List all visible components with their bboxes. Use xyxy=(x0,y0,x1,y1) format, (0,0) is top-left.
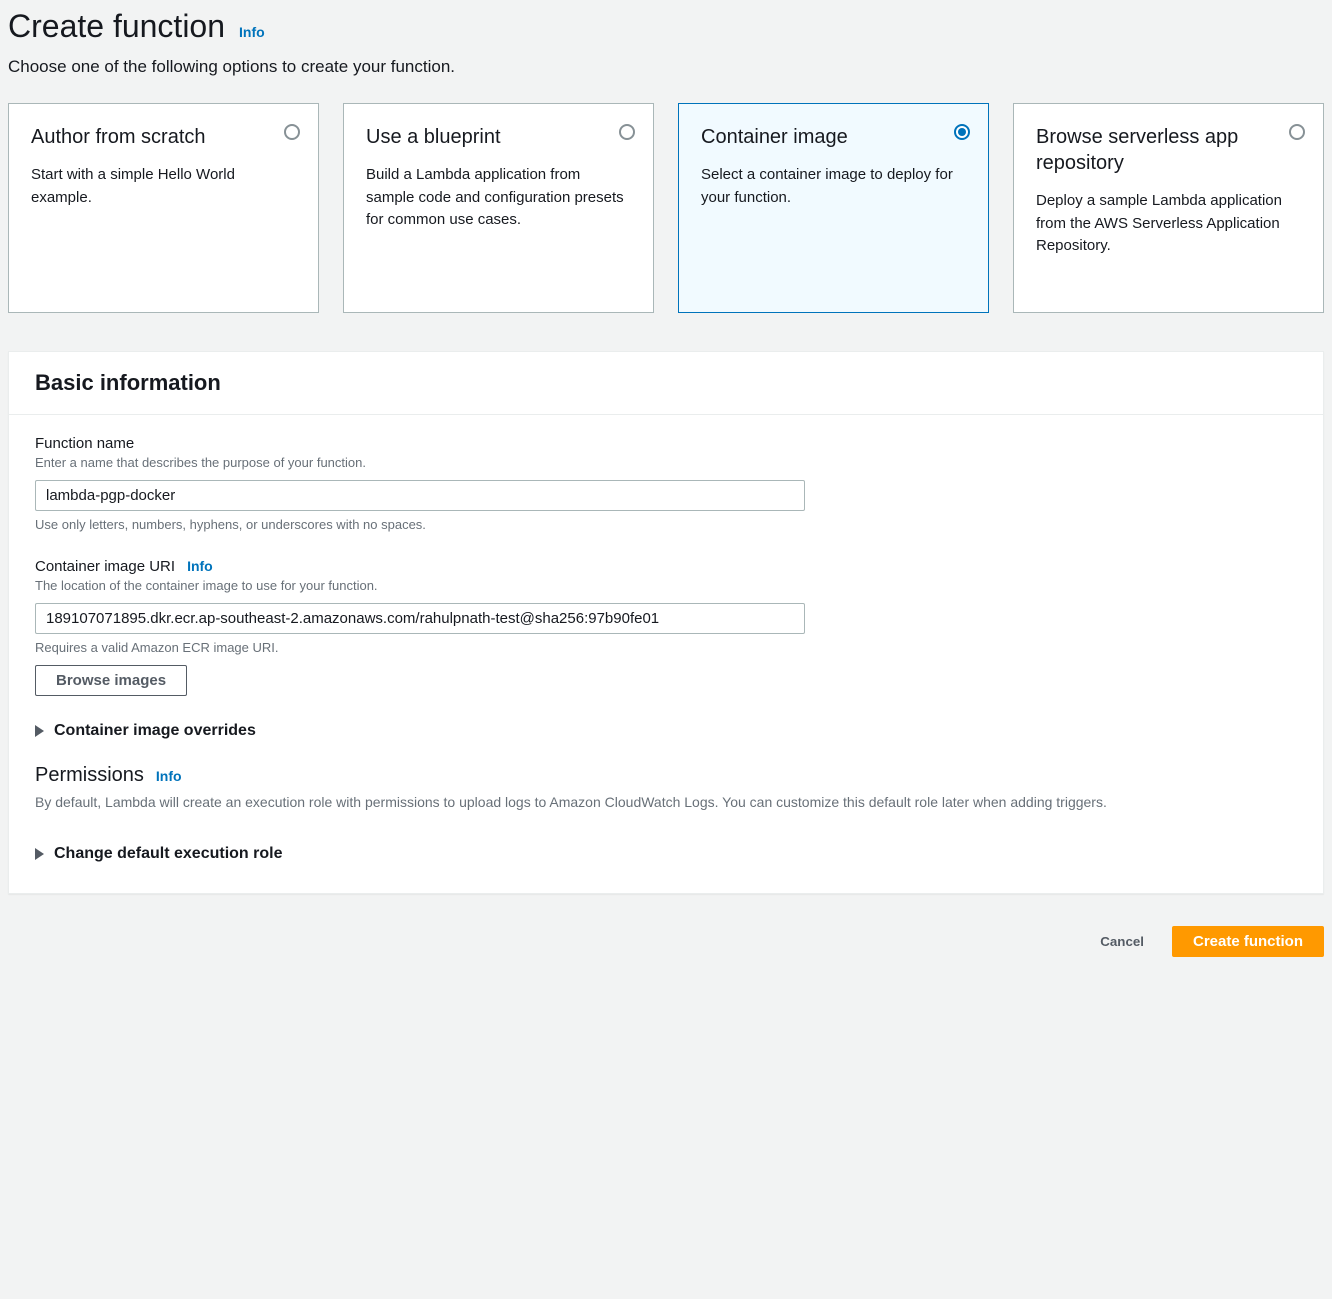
option-desc: Build a Lambda application from sample c… xyxy=(366,164,631,232)
option-browse-serverless[interactable]: Browse serverless app repository Deploy … xyxy=(1013,103,1324,313)
option-title: Author from scratch xyxy=(31,124,272,150)
cancel-button[interactable]: Cancel xyxy=(1082,926,1162,957)
option-container-image[interactable]: Container image Select a container image… xyxy=(678,103,989,313)
page-title: Create function xyxy=(8,8,225,45)
permissions-title: Permissions xyxy=(35,764,144,787)
option-desc: Select a container image to deploy for y… xyxy=(701,164,966,209)
page-subtitle: Choose one of the following options to c… xyxy=(8,57,1324,77)
option-desc: Start with a simple Hello World example. xyxy=(31,164,296,209)
container-uri-label: Container image URI xyxy=(35,558,175,575)
radio-icon xyxy=(284,124,300,140)
creation-options: Author from scratch Start with a simple … xyxy=(8,103,1324,313)
container-uri-desc: The location of the container image to u… xyxy=(35,577,1297,595)
info-link-permissions[interactable]: Info xyxy=(156,768,182,784)
caret-right-icon xyxy=(35,725,44,737)
execution-role-expander[interactable]: Change default execution role xyxy=(35,845,1297,863)
option-title: Browse serverless app repository xyxy=(1036,124,1277,176)
option-use-blueprint[interactable]: Use a blueprint Build a Lambda applicati… xyxy=(343,103,654,313)
permissions-desc: By default, Lambda will create an execut… xyxy=(35,793,1297,813)
option-title: Use a blueprint xyxy=(366,124,607,150)
container-uri-input[interactable] xyxy=(35,603,805,634)
option-title: Container image xyxy=(701,124,942,150)
radio-icon xyxy=(619,124,635,140)
option-author-from-scratch[interactable]: Author from scratch Start with a simple … xyxy=(8,103,319,313)
function-name-group: Function name Enter a name that describe… xyxy=(35,435,1297,532)
footer-actions: Cancel Create function xyxy=(8,922,1324,965)
info-link-container-uri[interactable]: Info xyxy=(187,558,213,574)
info-link-header[interactable]: Info xyxy=(239,24,265,40)
function-name-desc: Enter a name that describes the purpose … xyxy=(35,454,1297,472)
function-name-input[interactable] xyxy=(35,480,805,511)
radio-icon xyxy=(954,124,970,140)
container-overrides-expander[interactable]: Container image overrides xyxy=(35,722,1297,740)
panel-title: Basic information xyxy=(35,370,1297,396)
expander-label: Container image overrides xyxy=(54,722,256,740)
container-uri-group: Container image URI Info The location of… xyxy=(35,558,1297,696)
browse-images-button[interactable]: Browse images xyxy=(35,665,187,696)
radio-icon xyxy=(1289,124,1305,140)
basic-information-panel: Basic information Function name Enter a … xyxy=(8,351,1324,894)
caret-right-icon xyxy=(35,848,44,860)
create-function-button[interactable]: Create function xyxy=(1172,926,1324,957)
expander-label: Change default execution role xyxy=(54,845,282,863)
function-name-label: Function name xyxy=(35,435,1297,452)
container-uri-hint: Requires a valid Amazon ECR image URI. xyxy=(35,640,1297,655)
function-name-hint: Use only letters, numbers, hyphens, or u… xyxy=(35,517,1297,532)
option-desc: Deploy a sample Lambda application from … xyxy=(1036,190,1301,258)
